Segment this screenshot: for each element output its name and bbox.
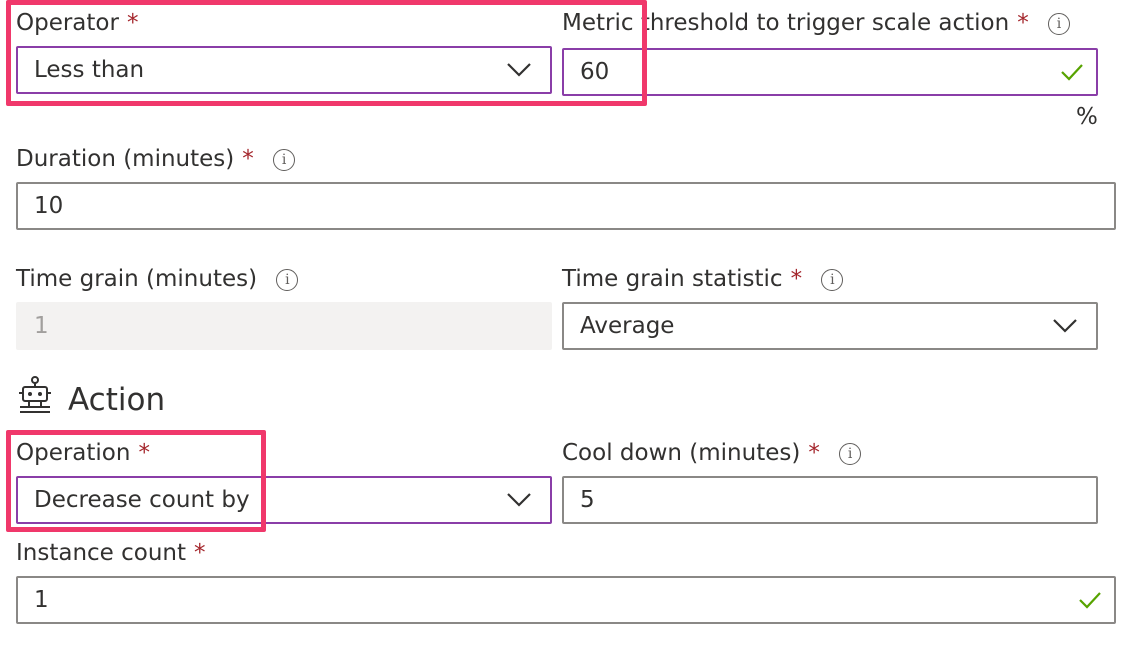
required-marker: * (138, 440, 150, 466)
operation-dropdown-value: Decrease count by (34, 487, 250, 513)
checkmark-icon (1079, 592, 1101, 609)
time-grain-input: 1 (16, 302, 552, 350)
required-marker: * (126, 10, 139, 36)
operator-dropdown[interactable]: Less than (16, 46, 552, 94)
required-marker: * (790, 266, 803, 292)
required-marker: * (1017, 10, 1029, 36)
action-section-title: Action (68, 382, 166, 418)
operator-dropdown-value: Less than (34, 57, 145, 83)
metric-threshold-input[interactable]: 60 (562, 48, 1098, 96)
instance-count-value: 1 (34, 587, 49, 613)
time-grain-label: Time grain (minutes) i (16, 264, 299, 294)
info-icon[interactable]: i (1048, 13, 1071, 35)
metric-threshold-label: Metric threshold to trigger scale action… (562, 8, 1071, 38)
required-marker: * (242, 146, 254, 172)
robot-icon (19, 376, 51, 413)
chevron-down-icon (507, 493, 531, 507)
time-grain-statistic-value: Average (580, 313, 675, 339)
info-icon[interactable]: i (273, 149, 296, 171)
duration-value: 10 (34, 193, 64, 219)
time-grain-statistic-label: Time grain statistic * i (562, 264, 844, 294)
operation-dropdown[interactable]: Decrease count by (16, 476, 552, 524)
required-marker: * (194, 540, 206, 566)
checkmark-icon (1061, 64, 1083, 81)
time-grain-value: 1 (34, 313, 49, 339)
duration-label: Duration (minutes) * i (16, 144, 296, 174)
metric-threshold-value: 60 (580, 59, 610, 85)
info-icon[interactable]: i (839, 443, 862, 465)
instance-count-label: Instance count * (16, 540, 206, 566)
operator-label: Operator * (16, 10, 139, 36)
info-icon[interactable]: i (276, 269, 299, 291)
time-grain-statistic-dropdown[interactable]: Average (562, 302, 1098, 350)
required-marker: * (808, 440, 820, 466)
cool-down-input[interactable]: 5 (562, 476, 1098, 524)
duration-input[interactable]: 10 (16, 182, 1116, 230)
unit-label: % (1076, 104, 1098, 130)
cool-down-label: Cool down (minutes) * i (562, 438, 862, 468)
chevron-down-icon (1053, 319, 1077, 333)
instance-count-input[interactable]: 1 (16, 576, 1116, 624)
operation-label: Operation * (16, 440, 150, 466)
info-icon[interactable]: i (821, 269, 844, 291)
cool-down-value: 5 (580, 487, 595, 513)
chevron-down-icon (507, 63, 531, 77)
